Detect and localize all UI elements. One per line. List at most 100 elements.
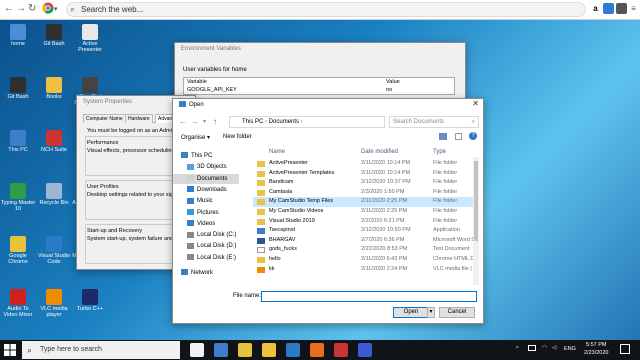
amazon-icon[interactable]: a <box>590 3 601 14</box>
desktop-icon[interactable]: Typing Master 10 <box>0 181 36 221</box>
back-icon[interactable]: ← <box>179 117 187 126</box>
breadcrumb-documents[interactable]: Documents <box>269 119 299 125</box>
tab-computer-name[interactable]: Computer Name <box>83 114 126 123</box>
desktop-icon[interactable]: Google Chrome <box>0 234 36 274</box>
windows-start-icon[interactable] <box>4 344 16 356</box>
view-options-icon[interactable] <box>439 133 447 140</box>
file-name-input[interactable] <box>261 291 477 302</box>
forward-icon[interactable]: → <box>191 117 199 126</box>
file-row[interactable]: My CamStudio Videos 2/11/2020 2:25 PM File… <box>253 207 475 217</box>
language-indicator[interactable]: ENG <box>564 346 576 352</box>
preview-pane-icon[interactable] <box>455 133 462 140</box>
file-type: VLC media file ( <box>433 265 473 272</box>
desktop-icon[interactable]: home <box>0 22 36 62</box>
file-list-header: Name Date modified Type <box>253 147 479 157</box>
forward-icon[interactable]: → <box>16 3 26 14</box>
file-name: My CamStudio Temp Files <box>269 198 334 205</box>
desktop-icon[interactable]: Visual Studio Code <box>36 234 72 274</box>
nav-item[interactable]: 3D Objects <box>187 162 227 172</box>
nav-item[interactable]: Pictures <box>187 208 219 218</box>
volume-icon[interactable]: ◁ <box>552 345 556 351</box>
desktop-icon[interactable]: Git Bash <box>0 75 36 115</box>
nav-item-label: Downloads <box>197 186 227 193</box>
network-icon[interactable]: ◠ <box>542 345 547 351</box>
file-date: 2/11/2020 6:43 PM <box>361 256 408 262</box>
taskbar-app-icon[interactable] <box>286 343 300 357</box>
desktop-icon[interactable]: Audio To Video Mixer <box>0 287 36 327</box>
nav-item[interactable]: Local Disk (D:) <box>187 241 236 251</box>
file-row[interactable]: Visual Studio 2019 2/2/2020 6:21 PM File f… <box>253 217 475 227</box>
folder-icon <box>257 209 265 215</box>
clock-time[interactable]: 5:57 PM <box>586 342 606 348</box>
open-button[interactable]: Open <box>393 307 429 318</box>
desktop-icon[interactable]: VLC media player <box>36 287 72 327</box>
file-list: Name Date modified Type ActivePresenter 2… <box>253 147 479 285</box>
tray-chevron-icon[interactable]: ^ <box>516 346 519 352</box>
file-row[interactable]: Camtasia 2/3/2020 1:50 PM File folder <box>253 188 475 198</box>
scrollbar-thumb[interactable] <box>474 161 478 241</box>
column-name[interactable]: Name <box>269 149 285 155</box>
taskbar-app-icon[interactable] <box>334 343 348 357</box>
taskbar-app-icon[interactable] <box>310 343 324 357</box>
desktop-icon[interactable]: NCH Suite <box>36 128 72 168</box>
search-input[interactable]: ⌕ Search the web... <box>66 2 586 17</box>
chevron-down-icon[interactable]: ▾ <box>54 5 58 13</box>
nav-item[interactable]: Music <box>187 196 213 206</box>
cancel-button[interactable]: Cancel <box>439 307 475 318</box>
file-row[interactable]: ActivePresenter Templates 2/11/2020 10:14… <box>253 169 475 179</box>
taskbar-app-icon[interactable] <box>214 343 228 357</box>
clock-date[interactable]: 2/23/2020 <box>584 350 608 356</box>
taskbar-app-icon[interactable] <box>262 343 276 357</box>
extension-icon[interactable] <box>603 3 614 14</box>
desktop-icon[interactable]: Recycle Bin <box>36 181 72 221</box>
file-row[interactable]: BHARGAV 2/7/2020 6:36 PM Microsoft Word D <box>253 236 475 246</box>
tab-hardware[interactable]: Hardware <box>125 114 153 123</box>
desktop-icon[interactable]: Active Presenter <box>72 22 108 62</box>
notifications-icon[interactable] <box>620 344 630 354</box>
nav-item[interactable]: Local Disk (E:) <box>187 253 236 263</box>
nav-item[interactable]: Documents <box>173 173 239 184</box>
battery-icon[interactable] <box>528 345 536 351</box>
scrollbar[interactable] <box>473 157 479 285</box>
desktop-icon-label: Git Bash <box>43 41 65 47</box>
file-row[interactable]: kk 2/11/2020 2:24 PM VLC media file ( <box>253 265 475 275</box>
nav-item[interactable]: Videos <box>187 219 215 229</box>
breadcrumb-this-pc[interactable]: This PC <box>242 119 263 125</box>
close-icon[interactable]: ✕ <box>472 99 479 108</box>
desktop-icon[interactable]: Turbo C++ <box>72 287 108 327</box>
organise-button[interactable]: Organise ▾ <box>181 134 210 141</box>
new-folder-button[interactable]: New folder <box>223 134 252 140</box>
open-dropdown-icon[interactable]: ▾ <box>427 307 435 318</box>
desktop-icon-label: Recycle Bin <box>39 200 69 206</box>
search-documents-input[interactable]: Search Documents ⌕ <box>389 116 479 128</box>
nav-item[interactable]: This PC <box>181 151 212 161</box>
chevron-down-icon[interactable]: ▾ <box>203 118 206 125</box>
open-dialog-icon <box>179 101 186 108</box>
column-type[interactable]: Type <box>433 149 446 155</box>
file-row[interactable]: hello 2/11/2020 6:43 PM Chrome HTML Do <box>253 255 477 265</box>
taskbar-app-icon[interactable] <box>190 343 204 357</box>
up-icon[interactable]: ↑ <box>213 117 217 126</box>
extension-icon[interactable] <box>616 3 627 14</box>
address-bar[interactable]: This PC › Documents › <box>229 116 385 128</box>
taskbar-app-icon[interactable] <box>358 343 372 357</box>
file-row[interactable]: ActivePresenter 2/11/2020 10:14 PM File fo… <box>253 159 475 169</box>
file-row[interactable]: Bandicam 2/12/2020 10:37 PM File folder <box>253 178 475 188</box>
file-row[interactable]: My CamStudio Temp Files 2/11/2020 2:25 PM… <box>253 197 475 207</box>
nav-item[interactable]: Network <box>181 268 213 278</box>
taskbar-app-icon[interactable] <box>238 343 252 357</box>
back-icon[interactable]: ← <box>4 3 14 14</box>
desktop-icon[interactable]: This PC <box>0 128 36 168</box>
help-icon[interactable]: ? <box>469 132 477 140</box>
nav-item[interactable]: Downloads <box>187 185 227 195</box>
taskbar-search-input[interactable]: ⌕ Type here to search <box>22 341 180 359</box>
desktop-icon[interactable]: Git Bash <box>36 22 72 62</box>
column-date-modified[interactable]: Date modified <box>361 149 398 155</box>
reload-icon[interactable]: ↻ <box>28 3 36 14</box>
table-row[interactable]: GOOGLE_API_KEY no <box>184 86 455 95</box>
nav-item[interactable]: Local Disk (C:) <box>187 230 236 240</box>
menu-icon[interactable]: ≡ <box>628 3 639 14</box>
desktop-icon[interactable]: Books <box>36 75 72 115</box>
file-row[interactable]: gods_fucks 2/22/2020 8:53 PM Text Document <box>253 245 475 255</box>
file-row[interactable]: Tavcapinst 2/12/2020 10:50 PM Application <box>253 226 475 236</box>
